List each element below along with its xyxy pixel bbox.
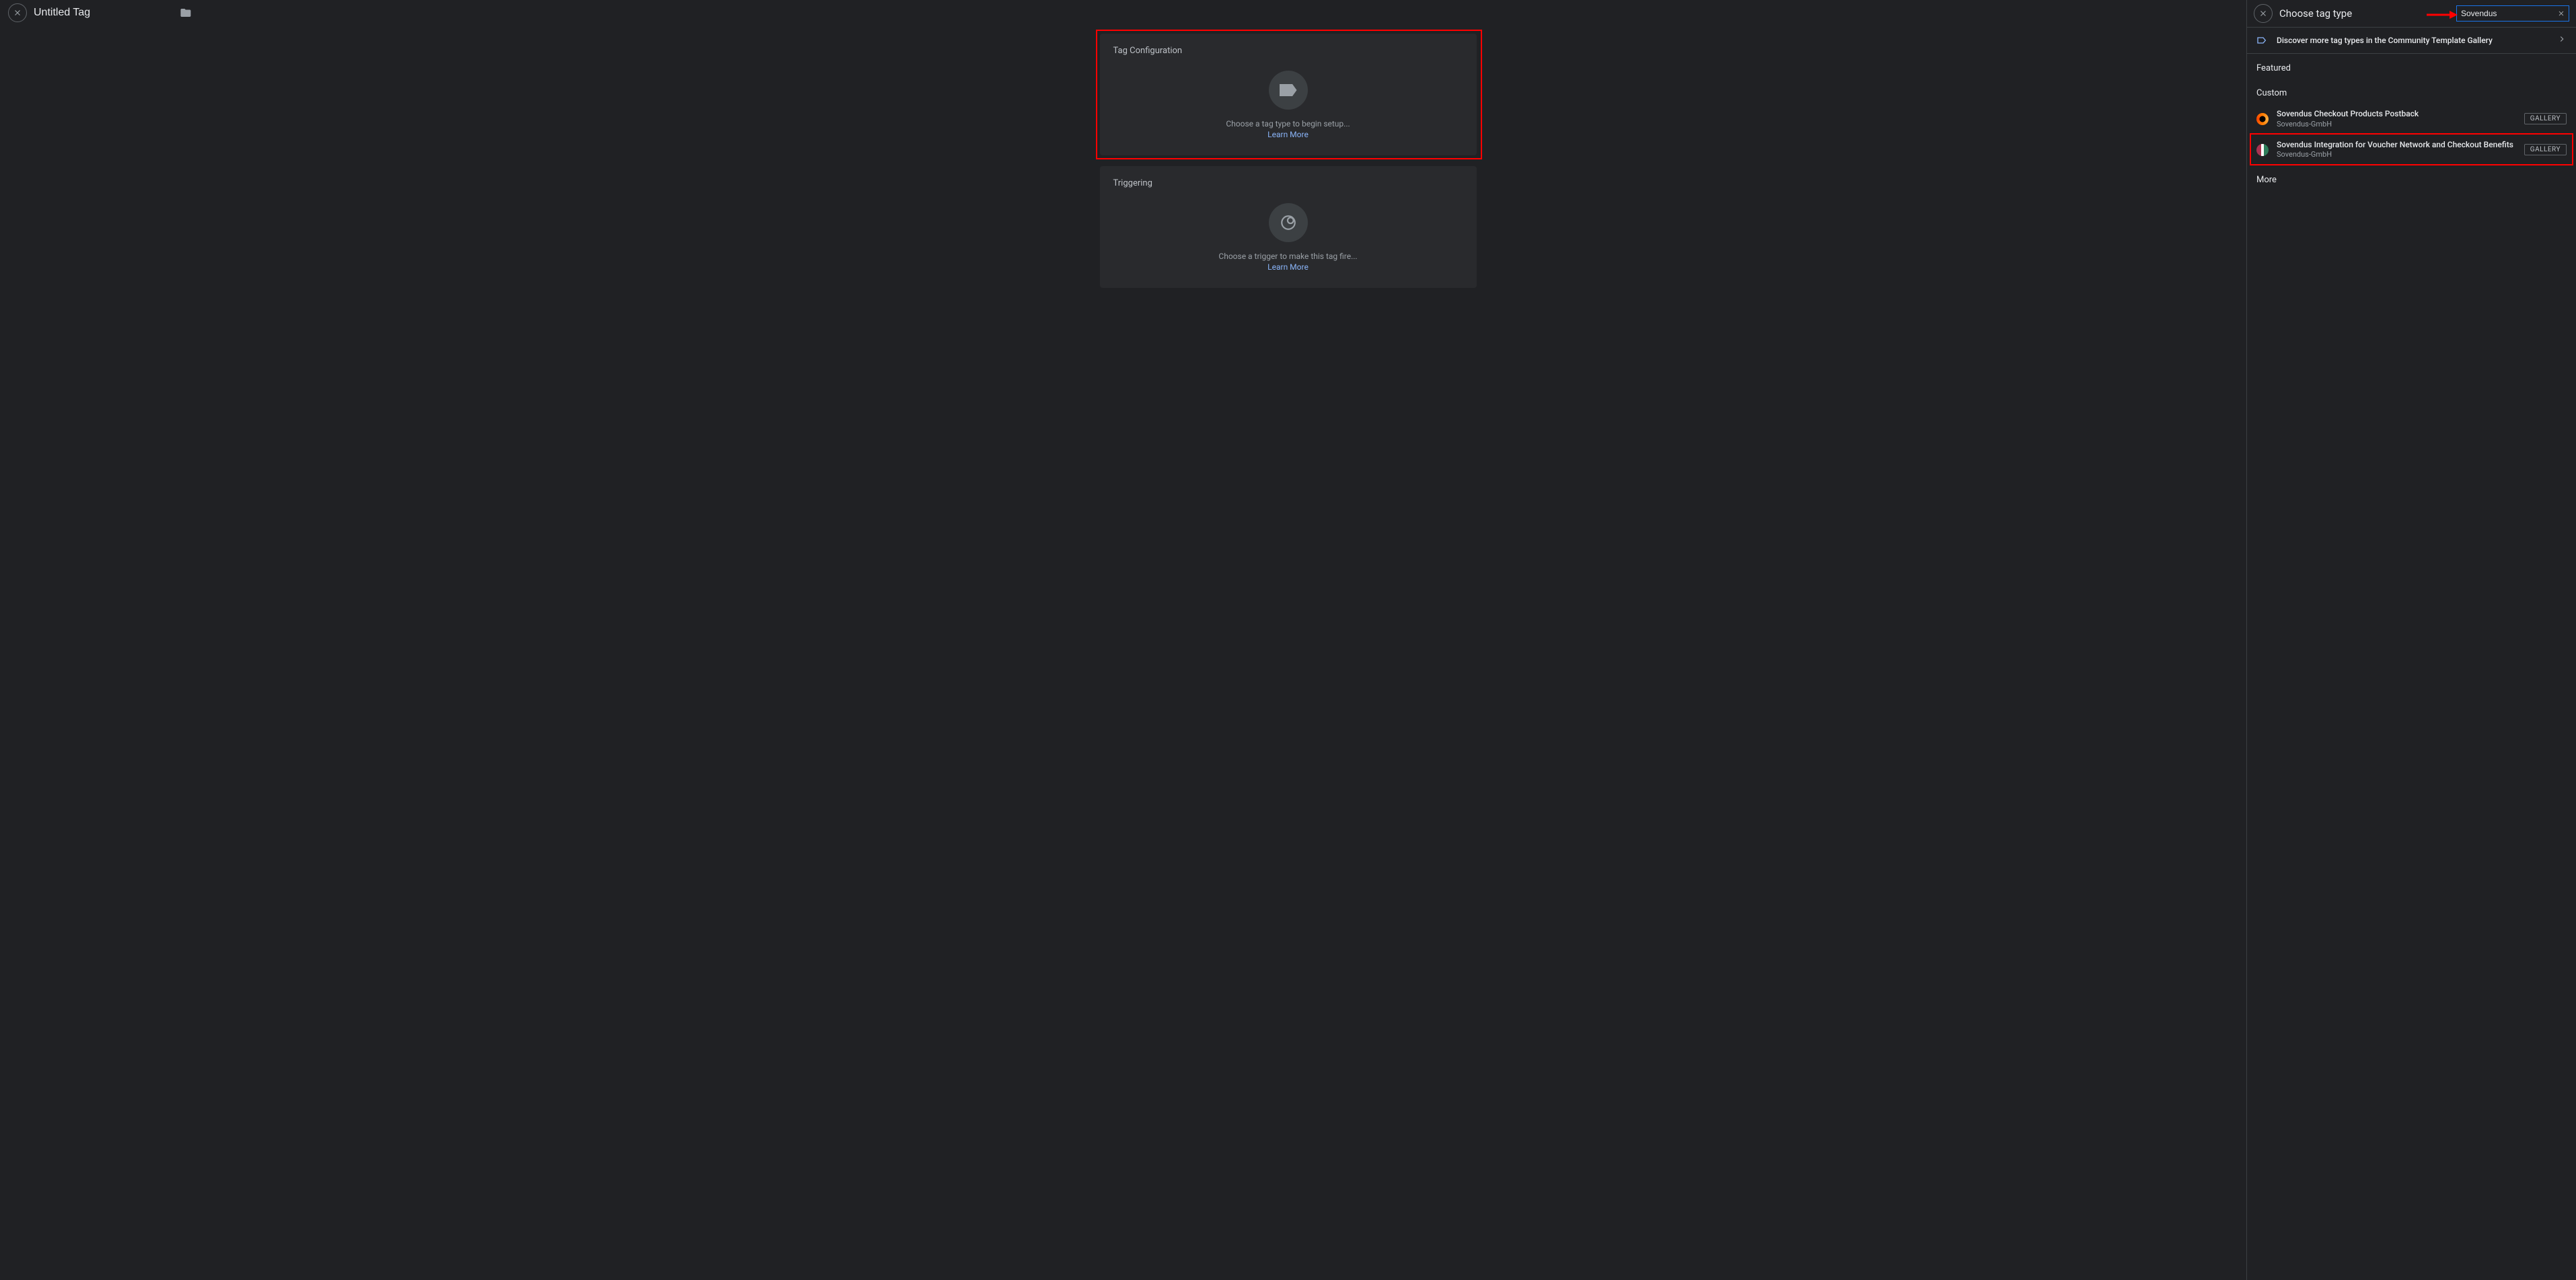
- tag-type-search-input[interactable]: [2461, 9, 2554, 18]
- tag-config-hint: Choose a tag type to begin setup...: [1113, 119, 1463, 128]
- community-gallery-banner[interactable]: Discover more tag types in the Community…: [2247, 27, 2576, 54]
- section-more: More: [2247, 165, 2576, 190]
- tag-type-drawer: Choose tag type Discover more tag types …: [2246, 0, 2576, 1280]
- trigger-placeholder-icon: [1269, 203, 1308, 242]
- triggering-header: Triggering: [1113, 178, 1463, 188]
- editor-cards: Tag Configuration Choose a tag type to b…: [1100, 34, 1477, 1280]
- template-name: Sovendus Checkout Products Postback: [2277, 109, 2516, 120]
- tag-config-placeholder-icon: [1269, 71, 1308, 110]
- banner-text: Discover more tag types in the Community…: [2277, 36, 2548, 45]
- tag-icon: [1280, 84, 1297, 96]
- tag-type-row[interactable]: Sovendus Integration for Voucher Network…: [2247, 135, 2576, 165]
- drawer-topbar: Choose tag type: [2247, 0, 2576, 27]
- trigger-hint: Choose a trigger to make this tag fire..…: [1113, 252, 1463, 261]
- template-icon: [2256, 113, 2269, 125]
- close-icon: [2557, 9, 2565, 17]
- trigger-learn-more-link[interactable]: Learn More: [1113, 262, 1463, 272]
- search-wrapper: [2456, 5, 2569, 22]
- folder-icon[interactable]: [180, 7, 192, 19]
- tag-config-wrapper: Tag Configuration Choose a tag type to b…: [1100, 34, 1477, 155]
- tag-config-learn-more-link[interactable]: Learn More: [1113, 130, 1463, 139]
- gallery-badge: GALLERY: [2524, 113, 2567, 124]
- drawer-title: Choose tag type: [2279, 7, 2352, 20]
- tag-configuration-card[interactable]: Tag Configuration Choose a tag type to b…: [1100, 34, 1477, 155]
- template-name: Sovendus Integration for Voucher Network…: [2277, 140, 2516, 151]
- close-icon: [13, 8, 22, 17]
- row-meta: Sovendus Integration for Voucher Network…: [2277, 140, 2516, 160]
- row-meta: Sovendus Checkout Products PostbackSoven…: [2277, 109, 2516, 129]
- annotation-arrow: [2425, 9, 2458, 23]
- gallery-badge: GALLERY: [2524, 144, 2567, 155]
- section-featured: Featured: [2247, 54, 2576, 79]
- tag-name-input[interactable]: [34, 7, 173, 19]
- chevron-right-icon: [2557, 34, 2567, 46]
- close-icon: [2258, 9, 2268, 18]
- close-drawer-button[interactable]: [2254, 4, 2273, 23]
- section-custom: Custom: [2247, 79, 2576, 104]
- triggering-card[interactable]: Triggering Choose a trigger to make this…: [1100, 166, 1477, 288]
- clear-search-button[interactable]: [2556, 9, 2566, 18]
- template-publisher: Sovendus-GmbH: [2277, 120, 2516, 129]
- template-icon: [2256, 144, 2269, 156]
- template-publisher: Sovendus-GmbH: [2277, 150, 2516, 159]
- editor-body: Tag Configuration Choose a tag type to b…: [0, 26, 2576, 1280]
- editor-topbar: Save: [0, 0, 2576, 26]
- tag-outline-icon: [2256, 35, 2267, 46]
- tag-config-header: Tag Configuration: [1113, 46, 1463, 56]
- trigger-icon: [1280, 214, 1297, 231]
- tag-editor-page: Save Tag Configuration Choose a tag type…: [0, 0, 2576, 1280]
- close-editor-button[interactable]: [8, 3, 27, 22]
- tag-type-row[interactable]: Sovendus Checkout Products PostbackSoven…: [2247, 104, 2576, 135]
- custom-rows: Sovendus Checkout Products PostbackSoven…: [2247, 104, 2576, 165]
